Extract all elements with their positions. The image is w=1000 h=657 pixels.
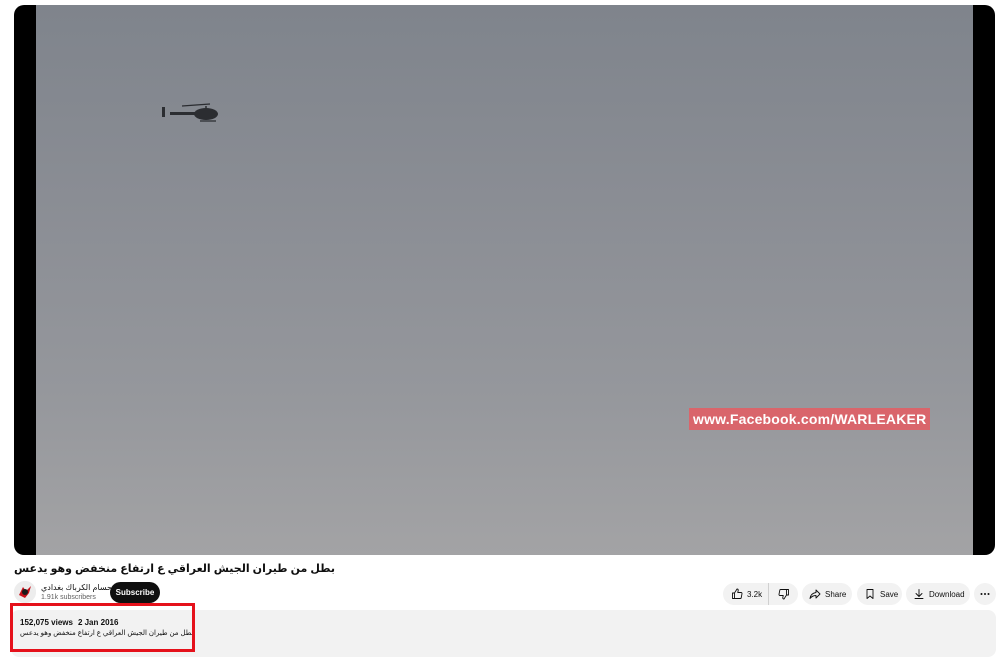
share-icon bbox=[809, 589, 821, 599]
more-actions-button[interactable] bbox=[974, 583, 996, 605]
save-label: Save bbox=[880, 589, 899, 599]
avatar-image-icon bbox=[14, 581, 36, 603]
video-player[interactable]: www.Facebook.com/WARLEAKER bbox=[14, 5, 995, 555]
thumbs-down-icon bbox=[778, 589, 789, 600]
download-label: Download bbox=[929, 589, 965, 599]
dislike-button[interactable] bbox=[769, 583, 798, 605]
subscribe-button[interactable]: Subscribe bbox=[110, 582, 160, 603]
bookmark-icon bbox=[866, 589, 874, 599]
share-button[interactable]: Share bbox=[802, 583, 852, 605]
channel-avatar[interactable] bbox=[14, 581, 36, 603]
thumbs-up-icon bbox=[732, 588, 743, 599]
video-frame[interactable]: www.Facebook.com/WARLEAKER bbox=[36, 5, 973, 555]
like-dislike-group: 3.2k bbox=[723, 583, 798, 605]
more-horizontal-icon bbox=[980, 593, 990, 595]
share-label: Share bbox=[825, 589, 847, 599]
channel-name[interactable]: حسام الكرباك بغدادي bbox=[41, 583, 112, 592]
download-button[interactable]: Download bbox=[906, 583, 970, 605]
video-title: بطل من طيران الجيش العراقي ع ارتفاع منخف… bbox=[14, 563, 336, 575]
like-button[interactable]: 3.2k bbox=[723, 583, 769, 605]
video-watermark: www.Facebook.com/WARLEAKER bbox=[689, 408, 931, 430]
save-button[interactable]: Save bbox=[857, 583, 902, 605]
helicopter-image bbox=[162, 103, 218, 122]
highlight-box bbox=[10, 603, 195, 652]
like-count: 3.2k bbox=[747, 589, 763, 599]
download-icon bbox=[914, 589, 924, 599]
subscriber-count: 1.91k subscribers bbox=[41, 594, 96, 601]
